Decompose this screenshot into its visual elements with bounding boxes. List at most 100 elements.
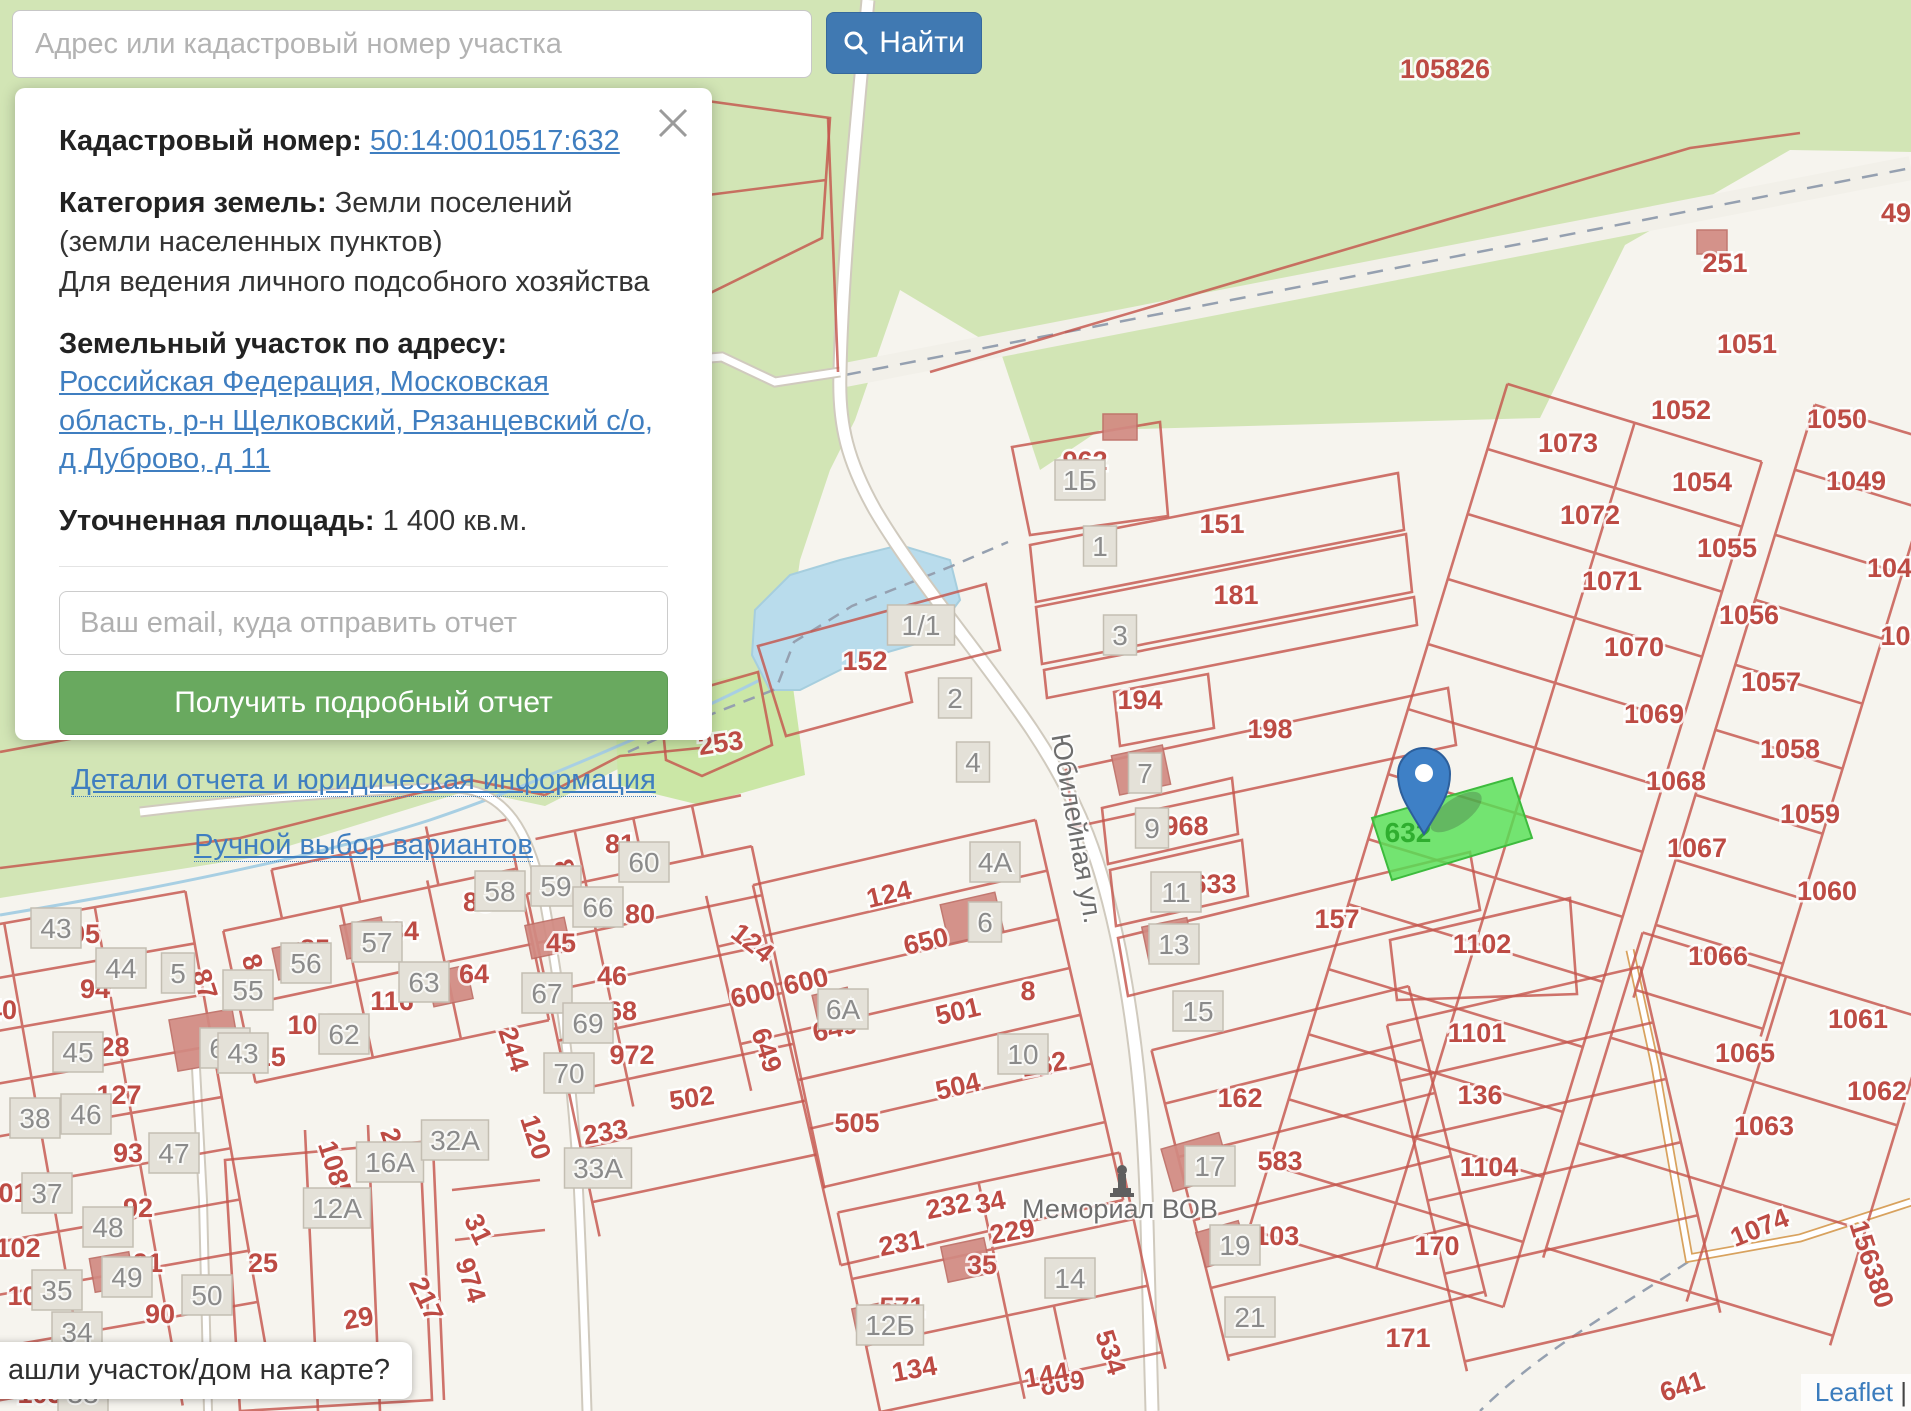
svg-text:1070: 1070 — [1604, 632, 1664, 662]
svg-text:21: 21 — [1234, 1302, 1265, 1333]
land-use-note: Для ведения личного подсобного хозяйства — [59, 265, 650, 298]
svg-text:19: 19 — [1219, 1230, 1250, 1261]
svg-text:40: 40 — [0, 995, 17, 1025]
svg-text:170: 170 — [1414, 1231, 1459, 1261]
svg-text:1062: 1062 — [1847, 1076, 1907, 1106]
svg-text:1: 1 — [1092, 531, 1108, 562]
email-field[interactable] — [59, 591, 668, 656]
svg-text:162: 162 — [1217, 1083, 1262, 1113]
svg-text:49: 49 — [111, 1262, 142, 1293]
svg-text:50: 50 — [191, 1280, 222, 1311]
svg-text:4: 4 — [965, 747, 981, 778]
svg-text:37: 37 — [31, 1178, 62, 1209]
svg-text:1072: 1072 — [1560, 500, 1620, 530]
svg-text:152: 152 — [842, 646, 887, 676]
svg-text:105826: 105826 — [1400, 54, 1490, 84]
map-help-tooltip[interactable]: ашли участок/дом на карте? — [0, 1342, 413, 1399]
search-button-label: Найти — [879, 26, 965, 59]
svg-text:63: 63 — [408, 967, 439, 998]
svg-text:47: 47 — [158, 1138, 189, 1169]
svg-text:12А: 12А — [312, 1193, 362, 1224]
svg-text:1051: 1051 — [1717, 329, 1777, 359]
svg-text:1/1: 1/1 — [902, 610, 941, 641]
svg-text:1059: 1059 — [1780, 799, 1840, 829]
svg-text:5: 5 — [170, 958, 186, 989]
svg-text:505: 505 — [834, 1108, 879, 1138]
svg-text:4А: 4А — [978, 847, 1013, 878]
svg-text:151: 151 — [1199, 509, 1244, 539]
svg-text:32А: 32А — [430, 1125, 480, 1156]
svg-text:14: 14 — [1054, 1263, 1085, 1294]
svg-text:1065: 1065 — [1715, 1038, 1775, 1068]
report-details-link[interactable]: Детали отчета и юридическая информация — [71, 764, 656, 798]
svg-text:1057: 1057 — [1741, 667, 1801, 697]
svg-text:44: 44 — [105, 953, 136, 984]
svg-text:972: 972 — [609, 1040, 654, 1070]
svg-text:1101: 1101 — [1448, 1018, 1507, 1048]
svg-text:58: 58 — [484, 876, 515, 907]
svg-text:1071: 1071 — [1582, 566, 1642, 596]
address-label: Земельный участок по адресу: — [59, 328, 508, 361]
cadastral-number-label: Кадастровый номер: — [59, 125, 362, 157]
svg-text:502: 502 — [667, 1080, 716, 1116]
svg-text:8: 8 — [1020, 976, 1035, 1006]
attribution-separator: | — [1900, 1377, 1907, 1407]
svg-text:1054: 1054 — [1672, 467, 1732, 497]
svg-text:194: 194 — [1117, 685, 1162, 715]
svg-text:7: 7 — [1137, 758, 1153, 789]
svg-text:17: 17 — [1194, 1151, 1225, 1182]
parcel-info-panel: Кадастровый номер: 50:14:0010517:632 Кат… — [15, 88, 712, 862]
svg-text:66: 66 — [582, 892, 613, 923]
svg-text:56: 56 — [290, 948, 321, 979]
svg-text:43: 43 — [227, 1038, 258, 1069]
leaflet-link[interactable]: Leaflet — [1815, 1377, 1893, 1407]
search-icon — [844, 31, 868, 55]
svg-text:46: 46 — [70, 1099, 101, 1130]
svg-text:1052: 1052 — [1651, 395, 1711, 425]
svg-text:34: 34 — [973, 1185, 1008, 1220]
svg-text:181: 181 — [1213, 580, 1258, 610]
svg-text:1067: 1067 — [1667, 833, 1727, 863]
close-icon[interactable] — [654, 104, 692, 142]
svg-text:6: 6 — [977, 907, 993, 938]
svg-text:1050: 1050 — [1807, 404, 1867, 434]
search-button[interactable]: Найти — [826, 12, 982, 74]
svg-text:13: 13 — [1158, 929, 1189, 960]
svg-text:35: 35 — [967, 1250, 997, 1280]
svg-text:12Б: 12Б — [865, 1310, 915, 1341]
svg-text:29: 29 — [341, 1301, 376, 1336]
svg-text:80: 80 — [625, 899, 655, 929]
svg-text:1066: 1066 — [1688, 941, 1748, 971]
svg-text:46: 46 — [597, 961, 627, 991]
svg-text:15: 15 — [1182, 996, 1213, 1027]
svg-text:968: 968 — [1163, 811, 1208, 841]
svg-text:1061: 1061 — [1828, 1004, 1888, 1034]
svg-text:45: 45 — [62, 1037, 93, 1068]
svg-text:43: 43 — [40, 913, 71, 944]
search-input[interactable] — [12, 10, 812, 78]
area-value: 1 400 кв.м. — [382, 505, 528, 538]
get-report-button[interactable]: Получить подробный отчет — [59, 671, 668, 736]
svg-text:3: 3 — [1112, 620, 1128, 651]
svg-text:1102: 1102 — [1453, 929, 1512, 959]
address-link[interactable]: Российская Федерация, Московская область… — [59, 366, 653, 475]
manual-select-link[interactable]: Ручной выбор вариантов — [194, 828, 533, 862]
svg-text:90: 90 — [145, 1299, 175, 1329]
svg-text:10: 10 — [1007, 1039, 1038, 1070]
map-attribution: Leaflet | — [1800, 1374, 1911, 1411]
svg-text:1056: 1056 — [1719, 600, 1779, 630]
area-label: Уточненная площадь: — [59, 505, 375, 538]
svg-text:11: 11 — [1161, 877, 1190, 908]
svg-text:25: 25 — [248, 1248, 278, 1278]
svg-text:49: 49 — [1881, 198, 1911, 228]
svg-text:55: 55 — [232, 975, 263, 1006]
svg-text:45: 45 — [546, 928, 576, 958]
svg-text:171: 171 — [1385, 1323, 1430, 1353]
land-category-label: Категория земель: — [59, 187, 327, 220]
cadastral-number-link[interactable]: 50:14:0010517:632 — [370, 125, 620, 157]
svg-text:35: 35 — [41, 1275, 72, 1306]
svg-text:1063: 1063 — [1734, 1111, 1794, 1141]
svg-text:16А: 16А — [365, 1147, 415, 1178]
svg-text:9: 9 — [1144, 813, 1160, 844]
svg-text:1058: 1058 — [1760, 734, 1820, 764]
